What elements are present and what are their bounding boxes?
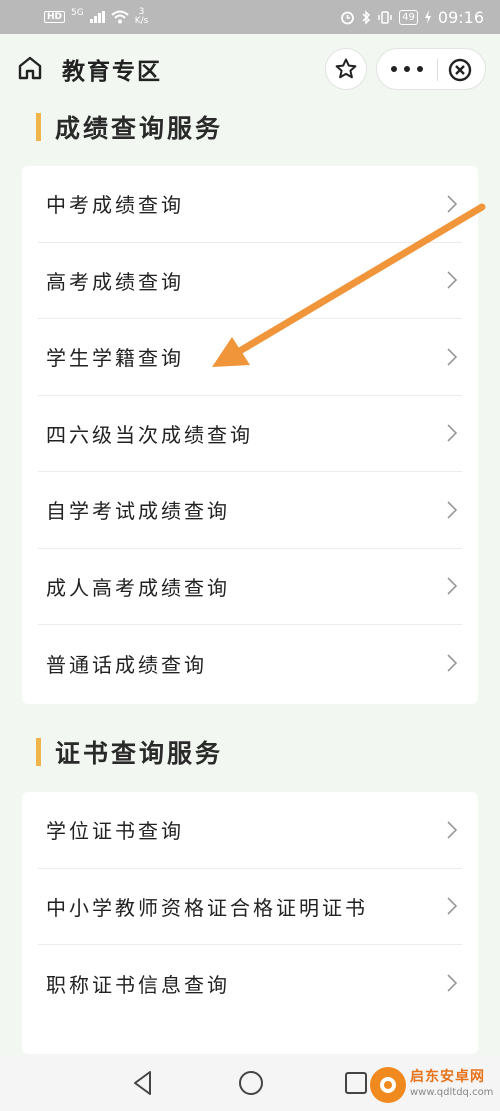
list-item-label: 学位证书查询: [46, 819, 184, 844]
list-item-label: 高考成绩查询: [46, 269, 184, 294]
status-bar: HD 5G 3 K/s 49 09:16: [0, 0, 500, 34]
list-item-label: 学生学籍查询: [46, 346, 184, 371]
more-button[interactable]: [391, 59, 423, 79]
section-title-text: 成绩查询服务: [55, 114, 224, 143]
screen: HD 5G 3 K/s 49 09:16 教育专区 成绩查询服务 中考成绩查询 …: [0, 0, 500, 1111]
home-icon[interactable]: [16, 54, 44, 82]
chevron-right-icon: [447, 654, 458, 672]
capsule-divider: [437, 59, 438, 81]
vibrate-icon: [378, 10, 392, 24]
clock: 09:16: [437, 7, 484, 27]
bluetooth-icon: [362, 9, 371, 25]
section-accent-bar: [36, 738, 41, 766]
chevron-right-icon: [447, 348, 458, 366]
certificate-query-card: 学位证书查询 中小学教师资格证合格证明证书 职称证书信息查询: [22, 792, 478, 1054]
recent-apps-icon[interactable]: [343, 1070, 369, 1096]
status-right: 49 09:16: [340, 8, 484, 27]
header: 教育专区: [0, 34, 500, 100]
back-icon[interactable]: [130, 1069, 156, 1097]
list-item[interactable]: 职称证书信息查询: [38, 945, 462, 1022]
chevron-right-icon: [447, 974, 458, 992]
chevron-right-icon: [447, 501, 458, 519]
close-icon[interactable]: [447, 57, 473, 83]
network-type: 5G: [71, 8, 84, 18]
hd-badge: HD: [44, 11, 66, 23]
watermark: 启东安卓网 www.qdltdq.com: [370, 1063, 498, 1107]
network-speed: 3 K/s: [135, 8, 149, 26]
chevron-right-icon: [447, 897, 458, 915]
list-item[interactable]: 成人高考成绩查询: [38, 549, 462, 625]
battery-icon: 49: [399, 9, 418, 25]
star-icon: [335, 58, 357, 79]
speed-unit: K/s: [134, 16, 149, 26]
status-left: HD 5G 3 K/s: [44, 8, 148, 26]
list-item-label: 普通话成绩查询: [46, 652, 207, 677]
list-item[interactable]: 学生学籍查询: [38, 319, 462, 396]
favorite-button[interactable]: [325, 48, 367, 90]
list-item[interactable]: 普通话成绩查询: [38, 625, 462, 702]
battery-level: 49: [402, 11, 415, 23]
page-title: 教育专区: [62, 59, 162, 85]
watermark-text: 启东安卓网 www.qdltdq.com: [410, 1070, 493, 1100]
section-title-score: 成绩查询服务: [36, 109, 223, 145]
watermark-name: 启东安卓网: [410, 1069, 485, 1085]
section-accent-bar: [36, 113, 41, 141]
score-query-card: 中考成绩查询 高考成绩查询 学生学籍查询 四六级当次成绩查询 自学考试成绩查询 …: [22, 166, 478, 704]
list-item-label: 职称证书信息查询: [46, 972, 230, 997]
section-title-text: 证书查询服务: [55, 739, 224, 768]
chevron-right-icon: [447, 271, 458, 289]
list-item-label: 中考成绩查询: [46, 193, 184, 218]
watermark-logo-icon: [370, 1067, 406, 1103]
list-item[interactable]: 中小学教师资格证合格证明证书: [38, 869, 462, 945]
list-item[interactable]: 学位证书查询: [38, 792, 462, 869]
list-item-label: 四六级当次成绩查询: [46, 422, 253, 447]
charging-icon: [424, 10, 431, 24]
signal-icon: [89, 11, 105, 23]
list-item-label: 自学考试成绩查询: [46, 499, 230, 524]
list-item-label: 成人高考成绩查询: [46, 575, 230, 600]
section-title-certificate: 证书查询服务: [36, 734, 223, 770]
list-item-label: 中小学教师资格证合格证明证书: [46, 895, 368, 920]
mini-program-capsule: [376, 48, 486, 90]
chevron-right-icon: [447, 577, 458, 595]
wifi-icon: [111, 10, 129, 24]
home-circle-icon[interactable]: [237, 1069, 265, 1097]
chevron-right-icon: [447, 424, 458, 442]
list-item[interactable]: 高考成绩查询: [38, 243, 462, 319]
watermark-url: www.qdltdq.com: [410, 1087, 494, 1098]
list-item[interactable]: 四六级当次成绩查询: [38, 396, 462, 472]
chevron-right-icon: [447, 821, 458, 839]
alarm-icon: [341, 11, 355, 24]
list-item[interactable]: 中考成绩查询: [38, 166, 462, 243]
chevron-right-icon: [447, 195, 458, 213]
list-item[interactable]: 自学考试成绩查询: [38, 472, 462, 549]
